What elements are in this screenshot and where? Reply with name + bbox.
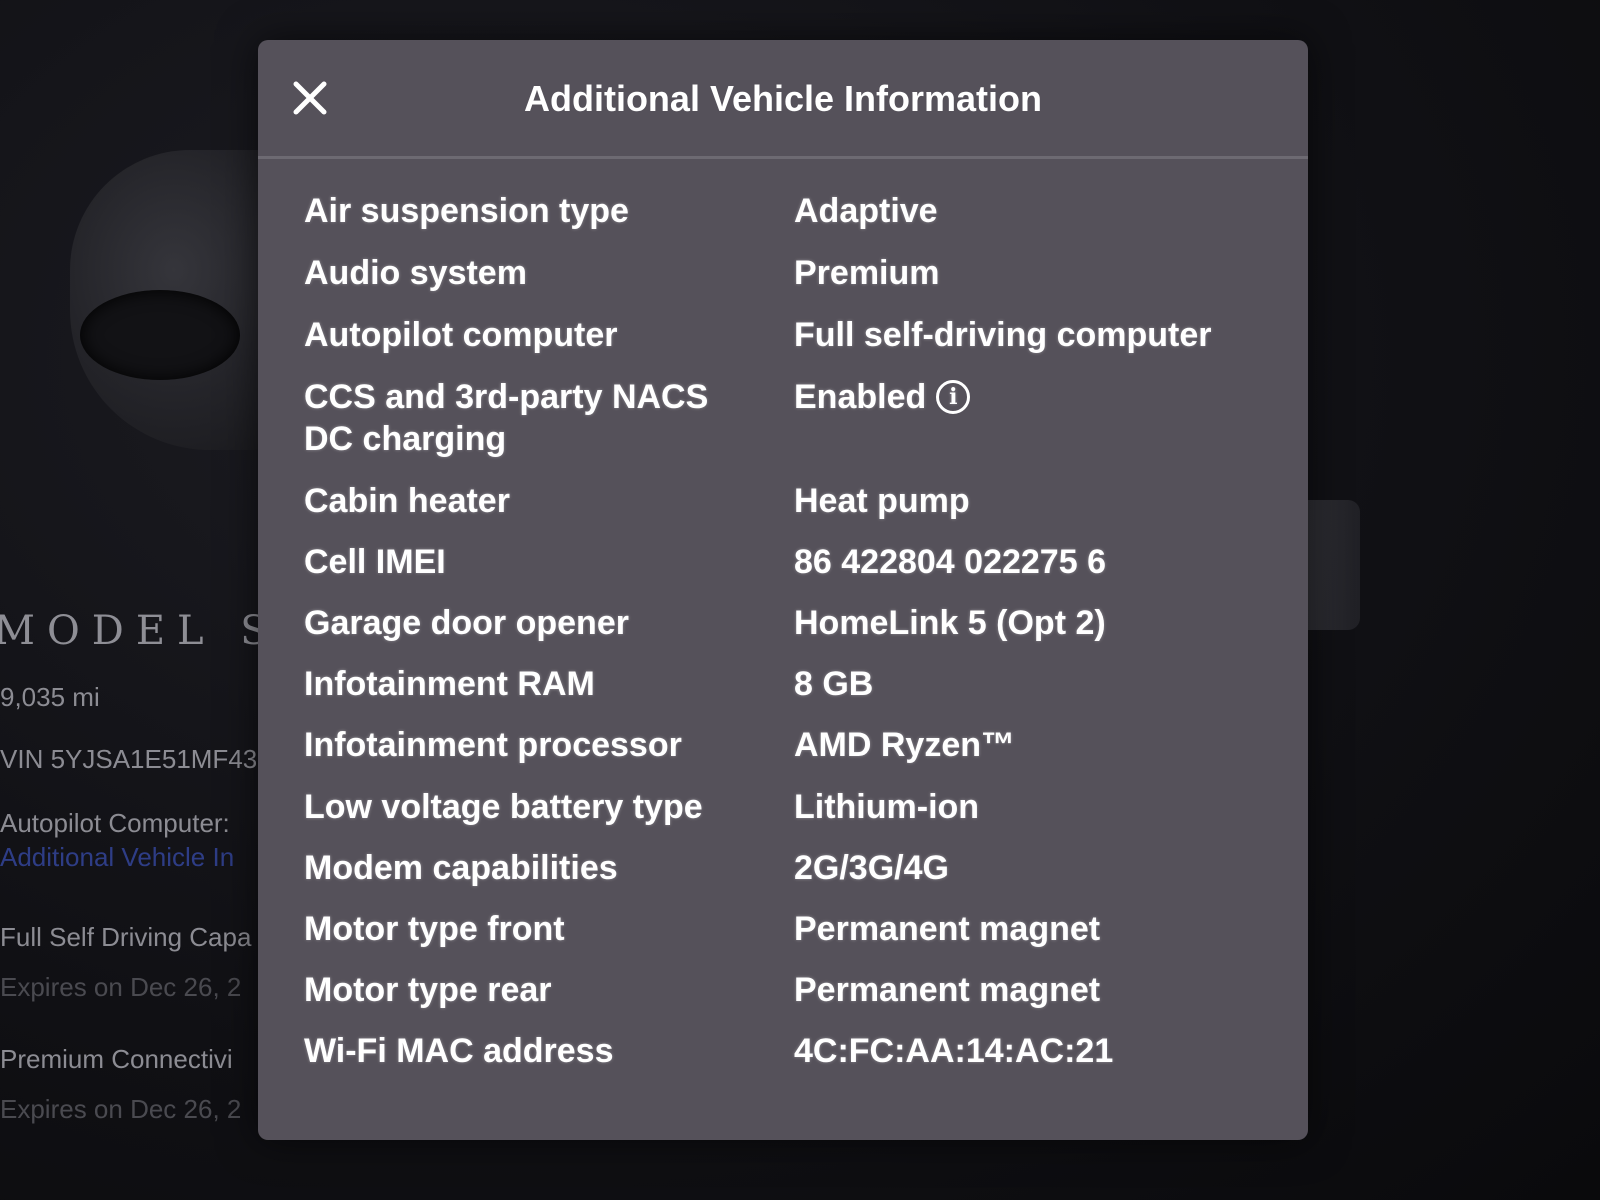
row-label: Cell IMEI: [304, 543, 446, 581]
row-value: AMD Ryzen™: [794, 726, 1016, 764]
info-row-modem: Modem capabilities 2G/3G/4G: [304, 847, 1264, 908]
fsd-expiry: Expires on Dec 26, 2: [0, 972, 242, 1002]
row-label: Motor type front: [304, 910, 565, 948]
row-label: Motor type rear: [304, 971, 552, 1009]
row-value: Enabled i: [794, 376, 1264, 418]
info-row-garage-door: Garage door opener HomeLink 5 (Opt 2): [304, 602, 1264, 663]
row-label: Air suspension type: [304, 192, 629, 230]
autopilot-computer-label: Autopilot Computer:: [0, 808, 230, 838]
row-value: Adaptive: [794, 192, 938, 230]
row-label: Audio system: [304, 254, 527, 292]
row-label: Low voltage battery type: [304, 788, 703, 826]
model-name: MODEL S: [0, 608, 280, 654]
row-label: Infotainment processor: [304, 726, 682, 764]
info-row-autopilot-computer: Autopilot computer Full self-driving com…: [304, 314, 1264, 376]
info-row-audio-system: Audio system Premium: [304, 252, 1264, 314]
background-vehicle-panel: MODEL S 9,035 mi VIN 5YJSA1E51MF43 Autop…: [0, 560, 300, 1124]
info-row-motor-front: Motor type front Permanent magnet: [304, 908, 1264, 969]
modal-header: Additional Vehicle Information: [258, 40, 1308, 159]
row-label: Modem capabilities: [304, 849, 618, 887]
row-value: Lithium-ion: [794, 788, 980, 826]
row-value: Premium: [794, 254, 940, 292]
fsd-title: Full Self Driving Capa: [0, 922, 252, 952]
row-value: 4C:FC:AA:14:AC:21: [794, 1032, 1114, 1070]
info-row-cell-imei: Cell IMEI 86 422804 022275 6: [304, 541, 1264, 602]
row-value: 86 422804 022275 6: [794, 543, 1106, 581]
info-row-air-suspension: Air suspension type Adaptive: [304, 190, 1264, 252]
row-label: CCS and 3rd-party NACS DC charging: [304, 378, 709, 458]
row-value: Permanent magnet: [794, 971, 1101, 1009]
row-value: Permanent magnet: [794, 910, 1101, 948]
row-value: 8 GB: [794, 665, 874, 703]
row-label: Garage door opener: [304, 604, 629, 642]
row-value: 2G/3G/4G: [794, 849, 949, 887]
info-row-battery-type: Low voltage battery type Lithium-ion: [304, 786, 1264, 847]
info-row-infotainment-ram: Infotainment RAM 8 GB: [304, 663, 1264, 724]
row-label: Cabin heater: [304, 482, 510, 520]
vin-text: VIN 5YJSA1E51MF43: [0, 744, 258, 774]
info-row-wifi-mac: Wi-Fi MAC address 4C:FC:AA:14:AC:21: [304, 1030, 1264, 1091]
car-wheel-image: [80, 290, 240, 380]
info-table: Air suspension type Adaptive Audio syste…: [304, 190, 1264, 1091]
vehicle-screen: MODEL S 9,035 mi VIN 5YJSA1E51MF43 Autop…: [0, 0, 1600, 1200]
row-value: HomeLink 5 (Opt 2): [794, 604, 1106, 642]
row-value: Heat pump: [794, 482, 970, 520]
info-row-motor-rear: Motor type rear Permanent magnet: [304, 969, 1264, 1030]
row-label: Infotainment RAM: [304, 665, 595, 703]
premium-connectivity-title: Premium Connectivi: [0, 1044, 233, 1074]
modal-title: Additional Vehicle Information: [523, 78, 1043, 119]
additional-vehicle-info-link[interactable]: Additional Vehicle In: [0, 842, 280, 873]
row-label: Autopilot computer: [304, 316, 618, 354]
premium-connectivity-expiry: Expires on Dec 26, 2: [0, 1094, 242, 1124]
row-label: Wi-Fi MAC address: [304, 1032, 614, 1070]
info-icon[interactable]: i: [936, 380, 971, 414]
odometer: 9,035 mi: [0, 682, 100, 712]
row-value: Full self-driving computer: [794, 316, 1212, 354]
additional-info-modal: Additional Vehicle Information Air suspe…: [258, 40, 1308, 1140]
info-row-infotainment-processor: Infotainment processor AMD Ryzen™: [304, 724, 1264, 786]
row-value-text: Enabled: [794, 378, 927, 416]
info-row-ccs-charging: CCS and 3rd-party NACS DC charging Enabl…: [304, 376, 1264, 480]
info-row-cabin-heater: Cabin heater Heat pump: [304, 480, 1264, 541]
